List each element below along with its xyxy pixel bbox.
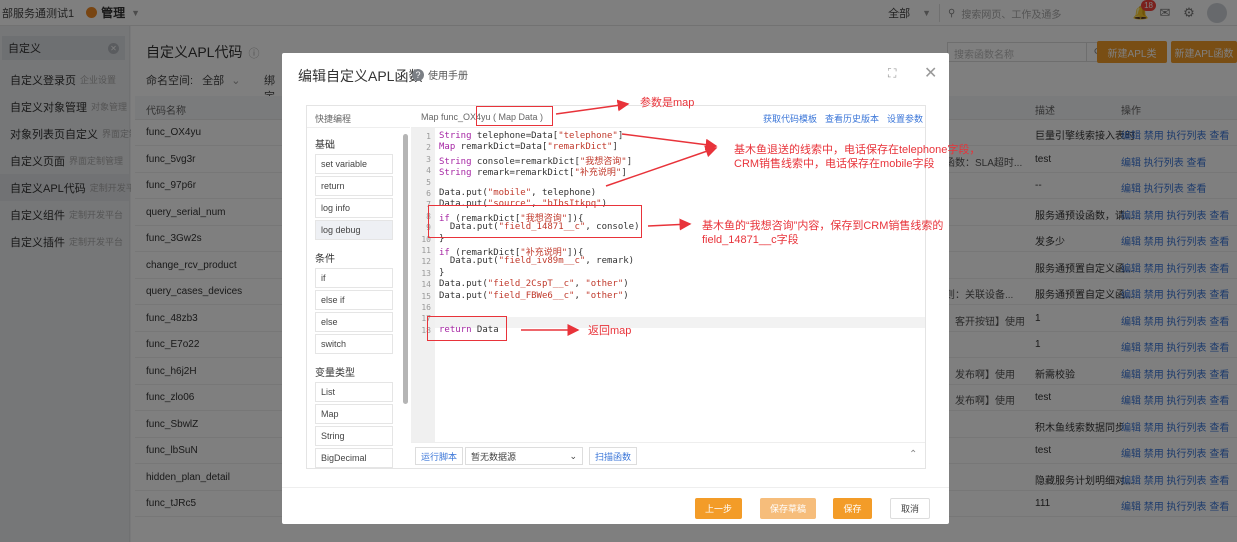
line-number: 12: [421, 257, 431, 267]
help-label: 使用手册: [428, 71, 468, 82]
scan-function-button[interactable]: 扫描函数: [589, 447, 638, 465]
snippet-map[interactable]: Map: [315, 404, 393, 424]
code-line: String remark=remarkDict["补充说明"]: [439, 168, 627, 179]
save-draft-button[interactable]: 保存草稿: [760, 498, 816, 519]
dialog-footer: 上一步 保存草稿 保存 取消: [282, 487, 949, 524]
annotation-box-return: [427, 316, 507, 341]
line-number: 13: [421, 268, 431, 278]
code-line: Data.put("mobile", telephone): [439, 188, 597, 198]
chevron-up-icon[interactable]: ⌃: [909, 449, 917, 460]
line-number: 14: [421, 280, 431, 290]
palette-section-types: 变量类型: [315, 367, 355, 379]
code-textarea[interactable]: 1 String telephone=Data["telephone"] 2 Map …: [411, 128, 925, 442]
snippet-list[interactable]: List: [315, 382, 393, 402]
annotation-return-map: 返回map: [588, 325, 632, 337]
line-number: 4: [426, 166, 431, 176]
help-manual-link[interactable]: ? 使用手册: [412, 67, 468, 82]
code-line: Data.put("field_iv89m__c", remark): [439, 256, 635, 267]
run-script-button[interactable]: 运行脚本: [415, 447, 464, 465]
palette-header: 快捷编程: [307, 106, 410, 128]
snippet-log-debug[interactable]: log debug: [315, 220, 393, 240]
chevron-down-icon: ⌄: [569, 450, 577, 461]
code-line: Map remarkDict=Data["remarkDict"]: [439, 142, 618, 153]
cancel-button[interactable]: 取消: [890, 498, 930, 519]
snippet-string[interactable]: String: [315, 426, 393, 446]
snippet-switch[interactable]: switch: [315, 334, 393, 354]
dialog-title: 编辑自定义APL函数: [298, 68, 423, 84]
annotation-box-if: [428, 205, 642, 238]
code-line: }: [439, 267, 445, 278]
annotation-mobile: CRM销售线索中，电话保存在mobile字段: [734, 158, 935, 170]
code-footer: 运行脚本 暂无数据源 ⌄ 扫描函数 ⌃: [411, 442, 925, 468]
snippet-set-variable[interactable]: set variable: [315, 154, 393, 174]
snippet-return[interactable]: return: [315, 176, 393, 196]
palette-section-basic: 基础: [315, 139, 335, 151]
question-icon: ?: [412, 68, 424, 81]
edit-apl-function-dialog: 编辑自定义APL函数 ? 使用手册 ⛶ ✕ 快捷编程 基础 set variabl…: [282, 53, 949, 524]
snippet-log-info[interactable]: log info: [315, 198, 393, 218]
line-number: 16: [421, 303, 431, 312]
line-number: 6: [426, 189, 431, 198]
line-number: 2: [426, 143, 431, 153]
line-number: 5: [426, 177, 431, 187]
data-source-value: 暂无数据源: [471, 451, 517, 462]
fullscreen-icon[interactable]: ⛶: [888, 66, 896, 81]
data-source-select[interactable]: 暂无数据源 ⌄: [465, 447, 583, 465]
previous-step-button[interactable]: 上一步: [695, 498, 742, 519]
snippet-else-if[interactable]: else if: [315, 290, 393, 310]
annotation-field: field_14871__c字段: [702, 234, 799, 246]
line-number: 1: [426, 132, 431, 141]
code-line: Data.put("field_FBWe6__c", "other"): [439, 290, 629, 301]
snippet-else[interactable]: else: [315, 312, 393, 332]
get-template-link[interactable]: 获取代码模板: [763, 112, 817, 125]
active-line: [435, 317, 925, 328]
line-number: 15: [421, 291, 431, 301]
snippet-if[interactable]: if: [315, 268, 393, 288]
code-line: String telephone=Data["telephone"]: [439, 131, 624, 141]
line-number: 11: [421, 246, 431, 255]
set-params-link[interactable]: 设置参数: [887, 112, 923, 125]
line-number: 3: [426, 154, 431, 164]
palette-section-condition: 条件: [315, 253, 335, 265]
code-line: Data.put("field_2CspT__c", "other"): [439, 279, 629, 290]
palette-scrollbar[interactable]: [403, 134, 408, 404]
annotation-box-param: [476, 106, 553, 126]
snippet-palette: 基础 set variable return log info log debu…: [307, 128, 410, 468]
close-icon[interactable]: ✕: [924, 63, 937, 83]
annotation-telephone: 基木鱼退送的线索中，电话保存在telephone字段，: [734, 144, 981, 156]
save-button[interactable]: 保存: [833, 498, 872, 519]
history-version-link[interactable]: 查看历史版本: [825, 112, 879, 125]
annotation-param-map: 参数是map: [640, 97, 695, 109]
snippet-bigdecimal[interactable]: BigDecimal: [315, 448, 393, 468]
annotation-console: 基木鱼的“我想咨询”内容，保存到CRM销售线索的: [702, 220, 944, 232]
